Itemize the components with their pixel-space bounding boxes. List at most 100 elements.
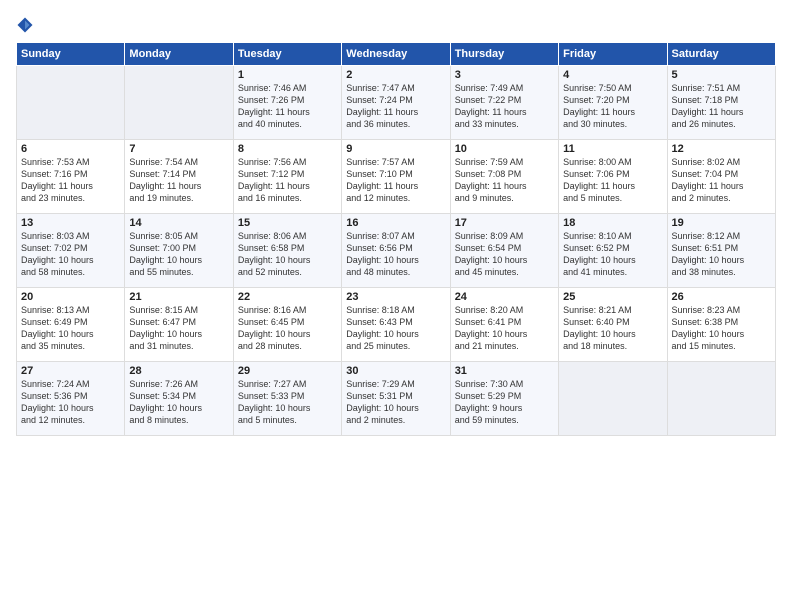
day-number: 14 xyxy=(129,217,228,229)
day-number: 16 xyxy=(346,217,445,229)
day-info: Sunrise: 7:56 AM Sunset: 7:12 PM Dayligh… xyxy=(238,156,337,205)
weekday-header: Monday xyxy=(125,43,233,66)
day-number: 13 xyxy=(21,217,120,229)
calendar-cell: 31Sunrise: 7:30 AM Sunset: 5:29 PM Dayli… xyxy=(450,362,558,436)
day-info: Sunrise: 7:54 AM Sunset: 7:14 PM Dayligh… xyxy=(129,156,228,205)
day-info: Sunrise: 8:20 AM Sunset: 6:41 PM Dayligh… xyxy=(455,304,554,353)
logo-icon xyxy=(16,16,34,34)
calendar-cell: 13Sunrise: 8:03 AM Sunset: 7:02 PM Dayli… xyxy=(17,214,125,288)
day-info: Sunrise: 7:51 AM Sunset: 7:18 PM Dayligh… xyxy=(672,82,771,131)
day-number: 24 xyxy=(455,291,554,303)
day-info: Sunrise: 8:02 AM Sunset: 7:04 PM Dayligh… xyxy=(672,156,771,205)
day-number: 19 xyxy=(672,217,771,229)
logo xyxy=(16,16,38,34)
day-number: 10 xyxy=(455,143,554,155)
day-number: 20 xyxy=(21,291,120,303)
day-number: 21 xyxy=(129,291,228,303)
day-info: Sunrise: 7:57 AM Sunset: 7:10 PM Dayligh… xyxy=(346,156,445,205)
day-number: 18 xyxy=(563,217,662,229)
day-info: Sunrise: 7:26 AM Sunset: 5:34 PM Dayligh… xyxy=(129,378,228,427)
calendar-cell: 25Sunrise: 8:21 AM Sunset: 6:40 PM Dayli… xyxy=(559,288,667,362)
calendar-cell: 14Sunrise: 8:05 AM Sunset: 7:00 PM Dayli… xyxy=(125,214,233,288)
day-number: 22 xyxy=(238,291,337,303)
day-info: Sunrise: 8:21 AM Sunset: 6:40 PM Dayligh… xyxy=(563,304,662,353)
calendar-cell xyxy=(559,362,667,436)
day-number: 1 xyxy=(238,69,337,81)
day-number: 11 xyxy=(563,143,662,155)
day-number: 5 xyxy=(672,69,771,81)
day-info: Sunrise: 8:23 AM Sunset: 6:38 PM Dayligh… xyxy=(672,304,771,353)
calendar-cell: 28Sunrise: 7:26 AM Sunset: 5:34 PM Dayli… xyxy=(125,362,233,436)
day-info: Sunrise: 7:46 AM Sunset: 7:26 PM Dayligh… xyxy=(238,82,337,131)
day-info: Sunrise: 8:12 AM Sunset: 6:51 PM Dayligh… xyxy=(672,230,771,279)
day-number: 30 xyxy=(346,365,445,377)
day-info: Sunrise: 7:24 AM Sunset: 5:36 PM Dayligh… xyxy=(21,378,120,427)
day-number: 6 xyxy=(21,143,120,155)
day-number: 15 xyxy=(238,217,337,229)
calendar-cell: 12Sunrise: 8:02 AM Sunset: 7:04 PM Dayli… xyxy=(667,140,775,214)
day-number: 25 xyxy=(563,291,662,303)
calendar-week-row: 6Sunrise: 7:53 AM Sunset: 7:16 PM Daylig… xyxy=(17,140,776,214)
day-number: 3 xyxy=(455,69,554,81)
day-info: Sunrise: 8:06 AM Sunset: 6:58 PM Dayligh… xyxy=(238,230,337,279)
calendar-cell: 15Sunrise: 8:06 AM Sunset: 6:58 PM Dayli… xyxy=(233,214,341,288)
calendar-cell: 8Sunrise: 7:56 AM Sunset: 7:12 PM Daylig… xyxy=(233,140,341,214)
weekday-header: Friday xyxy=(559,43,667,66)
calendar-table: SundayMondayTuesdayWednesdayThursdayFrid… xyxy=(16,42,776,436)
calendar-cell: 21Sunrise: 8:15 AM Sunset: 6:47 PM Dayli… xyxy=(125,288,233,362)
page-header xyxy=(16,16,776,34)
day-info: Sunrise: 8:00 AM Sunset: 7:06 PM Dayligh… xyxy=(563,156,662,205)
calendar-cell: 29Sunrise: 7:27 AM Sunset: 5:33 PM Dayli… xyxy=(233,362,341,436)
calendar-cell: 11Sunrise: 8:00 AM Sunset: 7:06 PM Dayli… xyxy=(559,140,667,214)
calendar-cell: 22Sunrise: 8:16 AM Sunset: 6:45 PM Dayli… xyxy=(233,288,341,362)
day-info: Sunrise: 7:59 AM Sunset: 7:08 PM Dayligh… xyxy=(455,156,554,205)
calendar-week-row: 20Sunrise: 8:13 AM Sunset: 6:49 PM Dayli… xyxy=(17,288,776,362)
weekday-header: Wednesday xyxy=(342,43,450,66)
day-number: 12 xyxy=(672,143,771,155)
day-number: 23 xyxy=(346,291,445,303)
day-number: 4 xyxy=(563,69,662,81)
calendar-cell: 16Sunrise: 8:07 AM Sunset: 6:56 PM Dayli… xyxy=(342,214,450,288)
calendar-cell: 26Sunrise: 8:23 AM Sunset: 6:38 PM Dayli… xyxy=(667,288,775,362)
day-info: Sunrise: 8:18 AM Sunset: 6:43 PM Dayligh… xyxy=(346,304,445,353)
day-number: 8 xyxy=(238,143,337,155)
calendar-cell: 27Sunrise: 7:24 AM Sunset: 5:36 PM Dayli… xyxy=(17,362,125,436)
day-number: 7 xyxy=(129,143,228,155)
calendar-cell: 20Sunrise: 8:13 AM Sunset: 6:49 PM Dayli… xyxy=(17,288,125,362)
weekday-header-row: SundayMondayTuesdayWednesdayThursdayFrid… xyxy=(17,43,776,66)
calendar-week-row: 27Sunrise: 7:24 AM Sunset: 5:36 PM Dayli… xyxy=(17,362,776,436)
calendar-cell: 19Sunrise: 8:12 AM Sunset: 6:51 PM Dayli… xyxy=(667,214,775,288)
day-info: Sunrise: 7:50 AM Sunset: 7:20 PM Dayligh… xyxy=(563,82,662,131)
calendar-cell: 2Sunrise: 7:47 AM Sunset: 7:24 PM Daylig… xyxy=(342,66,450,140)
day-info: Sunrise: 7:27 AM Sunset: 5:33 PM Dayligh… xyxy=(238,378,337,427)
day-number: 27 xyxy=(21,365,120,377)
calendar-cell: 23Sunrise: 8:18 AM Sunset: 6:43 PM Dayli… xyxy=(342,288,450,362)
calendar-cell: 1Sunrise: 7:46 AM Sunset: 7:26 PM Daylig… xyxy=(233,66,341,140)
day-info: Sunrise: 8:03 AM Sunset: 7:02 PM Dayligh… xyxy=(21,230,120,279)
calendar-cell: 18Sunrise: 8:10 AM Sunset: 6:52 PM Dayli… xyxy=(559,214,667,288)
weekday-header: Tuesday xyxy=(233,43,341,66)
calendar-cell xyxy=(667,362,775,436)
day-number: 28 xyxy=(129,365,228,377)
day-info: Sunrise: 8:16 AM Sunset: 6:45 PM Dayligh… xyxy=(238,304,337,353)
calendar-cell: 3Sunrise: 7:49 AM Sunset: 7:22 PM Daylig… xyxy=(450,66,558,140)
day-info: Sunrise: 7:30 AM Sunset: 5:29 PM Dayligh… xyxy=(455,378,554,427)
calendar-week-row: 13Sunrise: 8:03 AM Sunset: 7:02 PM Dayli… xyxy=(17,214,776,288)
calendar-cell: 6Sunrise: 7:53 AM Sunset: 7:16 PM Daylig… xyxy=(17,140,125,214)
day-info: Sunrise: 8:10 AM Sunset: 6:52 PM Dayligh… xyxy=(563,230,662,279)
calendar-week-row: 1Sunrise: 7:46 AM Sunset: 7:26 PM Daylig… xyxy=(17,66,776,140)
calendar-cell: 7Sunrise: 7:54 AM Sunset: 7:14 PM Daylig… xyxy=(125,140,233,214)
weekday-header: Sunday xyxy=(17,43,125,66)
calendar-cell xyxy=(17,66,125,140)
calendar-cell: 17Sunrise: 8:09 AM Sunset: 6:54 PM Dayli… xyxy=(450,214,558,288)
weekday-header: Thursday xyxy=(450,43,558,66)
day-info: Sunrise: 8:15 AM Sunset: 6:47 PM Dayligh… xyxy=(129,304,228,353)
day-number: 29 xyxy=(238,365,337,377)
day-number: 31 xyxy=(455,365,554,377)
calendar-cell xyxy=(125,66,233,140)
day-info: Sunrise: 8:07 AM Sunset: 6:56 PM Dayligh… xyxy=(346,230,445,279)
day-info: Sunrise: 7:53 AM Sunset: 7:16 PM Dayligh… xyxy=(21,156,120,205)
day-number: 17 xyxy=(455,217,554,229)
day-info: Sunrise: 7:49 AM Sunset: 7:22 PM Dayligh… xyxy=(455,82,554,131)
calendar-cell: 4Sunrise: 7:50 AM Sunset: 7:20 PM Daylig… xyxy=(559,66,667,140)
